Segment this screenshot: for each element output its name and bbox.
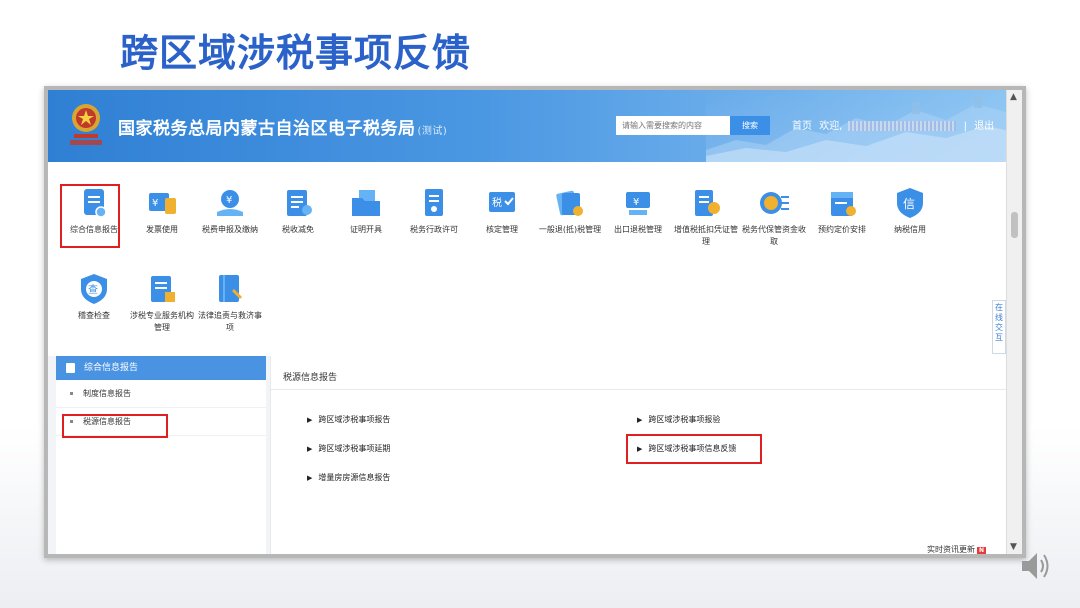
highlight-box-icon (60, 184, 120, 248)
svg-text:¥: ¥ (226, 195, 232, 206)
highlight-box-left (62, 414, 168, 438)
svg-text:税: 税 (492, 196, 502, 209)
home-link[interactable]: 首页 (792, 121, 812, 132)
speaker-icon[interactable] (1018, 546, 1054, 590)
online-chat-tab[interactable]: 在线交互 (992, 300, 1006, 354)
document-icon (66, 363, 75, 373)
link-housing-report[interactable]: 增量房房源信息报告 (307, 472, 390, 483)
func-tax-relief[interactable]: 税收减免 (264, 186, 332, 236)
vertical-scrollbar[interactable]: ▲ ▼ (1006, 90, 1022, 554)
scroll-thumb[interactable] (1011, 212, 1018, 238)
func-declare-pay[interactable]: ¥ 税费申报及缴纳 (196, 186, 264, 236)
left-menu: 综合信息报告 制度信息报告 税源信息报告 (56, 356, 266, 554)
funds-icon (757, 186, 791, 220)
highlight-box-feedback (626, 434, 762, 464)
search-button[interactable]: 搜索 (730, 116, 770, 135)
func-invoice-use[interactable]: ¥ 发票使用 (128, 186, 196, 236)
certificate-folder-icon (349, 186, 383, 220)
tax-emblem-icon (66, 100, 106, 148)
credit-shield-icon: 信 (893, 186, 927, 220)
export-refund-icon: ¥ (621, 186, 655, 220)
license-icon (417, 186, 451, 220)
screenshot-frame: 国家税务总局内蒙古自治区电子税务局(测试) 搜索 首页 欢迎, | 退出 综合信… (44, 86, 1026, 558)
invoice-icon: ¥ (145, 186, 179, 220)
site-header: 国家税务总局内蒙古自治区电子税务局(测试) 搜索 首页 欢迎, | 退出 (48, 90, 1006, 162)
inspection-shield-icon: 查 (77, 272, 111, 306)
svg-text:查: 查 (88, 283, 98, 296)
func-export-refund[interactable]: ¥ 出口退税管理 (604, 186, 672, 236)
main-panel-title: 税源信息报告 (271, 356, 1010, 390)
func-legal-remedy[interactable]: 法律追责与救济事项 (196, 272, 264, 334)
slide-title: 跨区域涉税事项反馈 (120, 31, 472, 75)
scroll-up-icon[interactable]: ▲ (1010, 92, 1017, 102)
func-approval-mgmt[interactable]: 税 核定管理 (468, 186, 536, 236)
declare-icon: ¥ (213, 186, 247, 220)
func-advance-pricing[interactable]: 预约定价安排 (808, 186, 876, 236)
scroll-down-icon[interactable]: ▼ (1010, 542, 1017, 552)
refund-icon (553, 186, 587, 220)
func-general-refund[interactable]: 一般退(抵)税管理 (536, 186, 604, 236)
func-admin-license[interactable]: 税务行政许可 (400, 186, 468, 236)
link-cross-region-report[interactable]: 跨区域涉税事项报告 (307, 414, 390, 425)
left-item-institutional-report[interactable]: 制度信息报告 (56, 380, 266, 408)
svg-text:¥: ¥ (633, 197, 639, 208)
pricing-icon (825, 186, 859, 220)
func-inspection[interactable]: 查 稽查检查 (60, 272, 128, 322)
link-cross-region-verify[interactable]: 跨区域涉税事项报验 (637, 414, 720, 425)
welcome-text: 欢迎, (819, 121, 843, 132)
search-input[interactable] (616, 116, 740, 135)
masked-username (848, 121, 957, 131)
func-tax-credit[interactable]: 信 纳税信用 (876, 186, 944, 236)
svg-text:信: 信 (903, 197, 915, 211)
browser-screen: 国家税务总局内蒙古自治区电子税务局(测试) 搜索 首页 欢迎, | 退出 综合信… (48, 90, 1022, 554)
logout-link[interactable]: 退出 (974, 121, 994, 132)
vat-deduction-icon (689, 186, 723, 220)
news-update-tag[interactable]: 实时资讯更新 N (924, 543, 988, 554)
agency-icon (145, 272, 179, 306)
func-vat-deduction[interactable]: 增值税抵扣凭证管理 (672, 186, 740, 248)
nav-separator: | (963, 121, 967, 132)
func-certificate[interactable]: 证明开具 (332, 186, 400, 236)
svg-text:¥: ¥ (152, 198, 158, 209)
site-name: 国家税务总局内蒙古自治区电子税务局 (测试) (118, 119, 448, 139)
approval-icon: 税 (485, 186, 519, 220)
header-nav: 首页 欢迎, | 退出 (792, 117, 998, 132)
tax-relief-icon (281, 186, 315, 220)
func-custody-funds[interactable]: 税务代保管资金收取 (740, 186, 808, 248)
law-book-icon (213, 272, 247, 306)
func-agency-mgmt[interactable]: 涉税专业服务机构管理 (128, 272, 196, 334)
link-cross-region-extend[interactable]: 跨区域涉税事项延期 (307, 443, 390, 454)
left-menu-header: 综合信息报告 (56, 356, 266, 380)
